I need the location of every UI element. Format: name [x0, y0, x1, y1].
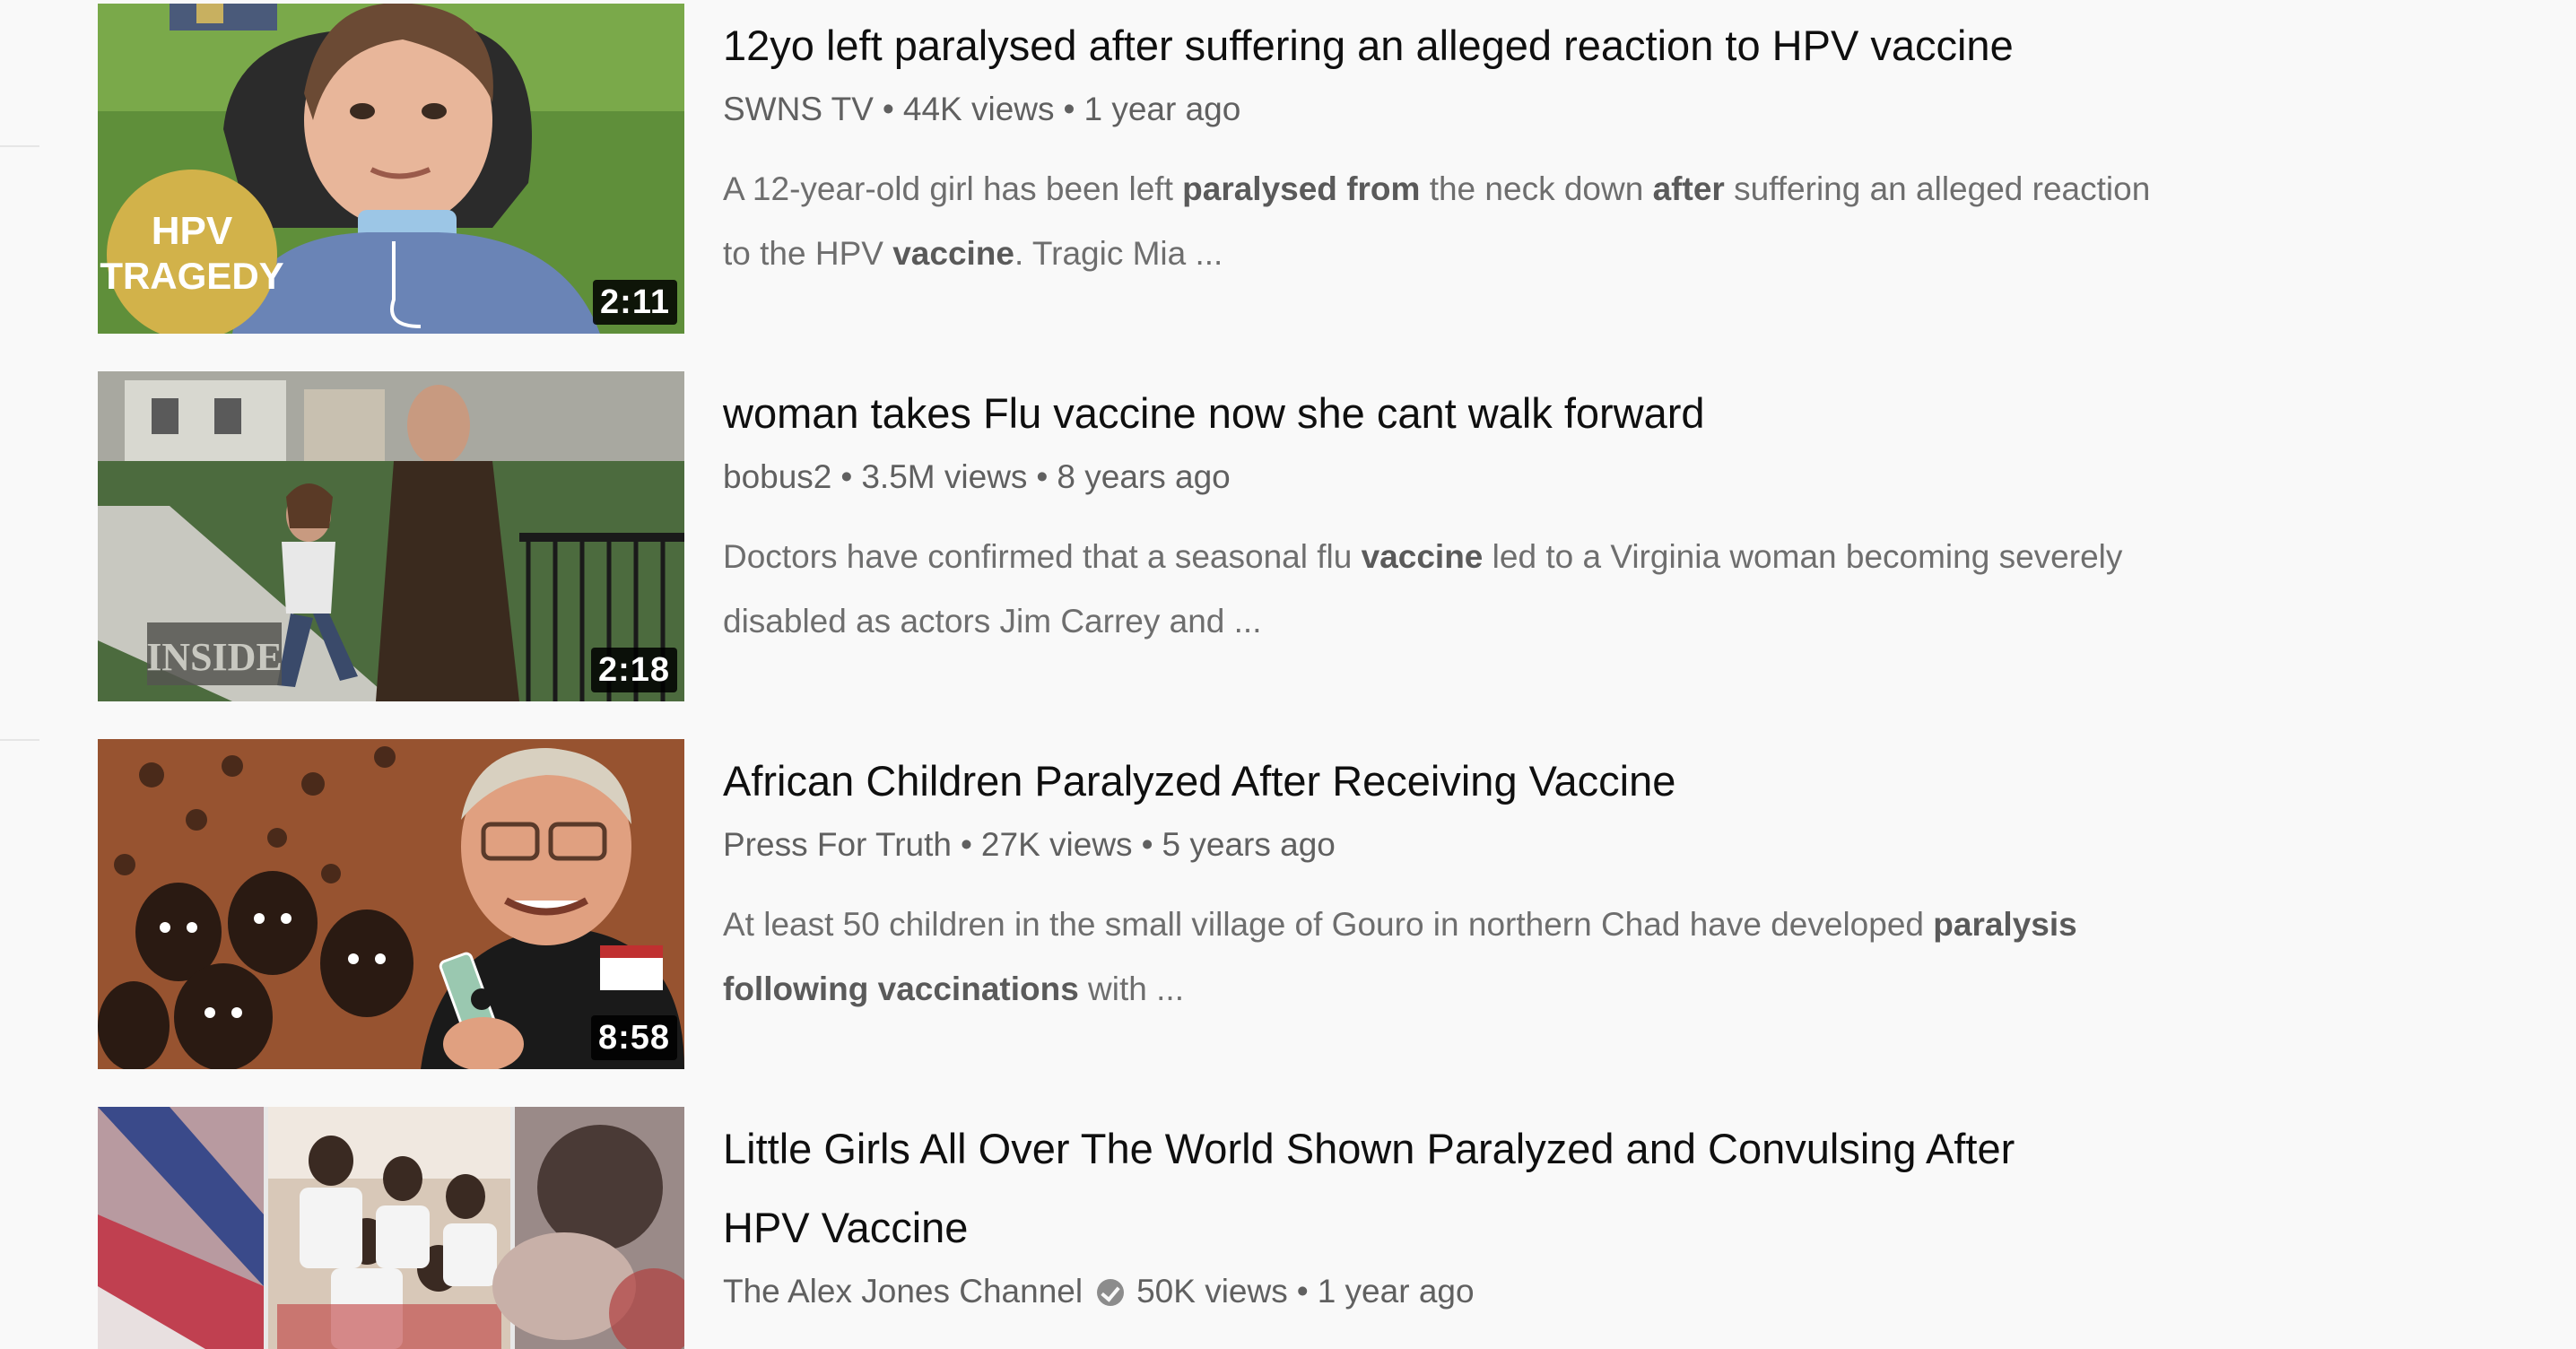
video-duration: 8:58 — [590, 1015, 677, 1060]
upload-age: 5 years ago — [1162, 826, 1336, 863]
video-result-1[interactable]: HPV TRAGEDY 2:11 12yo left paralysed aft… — [98, 4, 2519, 334]
description-text: A 12-year-old girl has been left — [723, 170, 1183, 207]
video-thumbnail[interactable]: HPV TRAGEDY 2:11 — [98, 4, 684, 334]
description-text: to the HPV — [723, 235, 893, 272]
video-description: At least 50 children in the small villag… — [723, 892, 2248, 1022]
video-meta: SWNS TV • 44K views • 1 year ago — [723, 87, 2248, 132]
verified-check-icon — [1097, 1279, 1125, 1306]
channel-name[interactable]: SWNS TV — [723, 91, 874, 127]
description-text: At least 50 children in the small villag… — [723, 906, 1934, 943]
view-count: 50K views — [1136, 1273, 1288, 1310]
description-text: the neck down — [1420, 170, 1653, 207]
thumbnail-image-girls-collage — [98, 1107, 684, 1349]
description-text: with ... — [1078, 970, 1184, 1007]
view-count: 3.5M views — [861, 458, 1028, 495]
description-highlight: vaccine — [1361, 538, 1484, 575]
description-line: following vaccinations with ... — [723, 957, 2248, 1022]
description-text: suffering an alleged reaction — [1724, 170, 2151, 207]
description-line: to the HPV vaccine. Tragic Mia ... — [723, 222, 2248, 286]
meta-separator: • — [1036, 458, 1049, 495]
description-highlight: vaccine — [892, 235, 1014, 272]
description-line: disabled as actors Jim Carrey and ... — [723, 589, 2248, 654]
video-thumbnail[interactable] — [98, 1107, 684, 1349]
video-title[interactable]: Little Girls All Over The World Shown Pa… — [723, 1110, 2248, 1267]
description-line: Doctors have confirmed that a seasonal f… — [723, 525, 2248, 589]
video-description: Doctors have confirmed that a seasonal f… — [723, 525, 2248, 654]
sidebar-divider — [0, 739, 39, 741]
description-line: A 12-year-old girl has been left paralys… — [723, 157, 2248, 222]
channel-name[interactable]: Press For Truth — [723, 826, 952, 863]
description-highlight: paralysis — [1933, 906, 2077, 943]
video-thumbnail[interactable]: 8:58 — [98, 739, 684, 1069]
search-results-page: HPV TRAGEDY 2:11 12yo left paralysed aft… — [0, 0, 2576, 1349]
upload-age: 1 year ago — [1317, 1273, 1475, 1310]
video-title[interactable]: 12yo left paralysed after suffering an a… — [723, 6, 2248, 85]
meta-separator: • — [1296, 1273, 1309, 1310]
channel-name[interactable]: bobus2 — [723, 458, 831, 495]
video-info: Little Girls All Over The World Shown Pa… — [723, 1107, 2248, 1314]
upload-age: 1 year ago — [1083, 91, 1241, 127]
video-meta: bobus2 • 3.5M views • 8 years ago — [723, 455, 2248, 500]
description-line: At least 50 children in the small villag… — [723, 892, 2248, 957]
thumbnail-badge-text: TRAGEDY — [100, 255, 283, 297]
description-text: Doctors have confirmed that a seasonal f… — [723, 538, 1362, 575]
video-title[interactable]: African Children Paralyzed After Receivi… — [723, 742, 2248, 821]
video-duration: 2:18 — [590, 648, 677, 692]
video-result-3[interactable]: 8:58 African Children Paralyzed After Re… — [98, 739, 2519, 1069]
video-meta: The Alex Jones Channel 50K views • 1 year a… — [723, 1269, 2248, 1314]
video-result-4[interactable]: Little Girls All Over The World Shown Pa… — [98, 1107, 2519, 1349]
view-count: 44K views — [902, 91, 1055, 127]
thumbnail-logo-text: INSIDE — [146, 635, 283, 679]
meta-separator: • — [960, 826, 972, 863]
description-highlight: following vaccinations — [723, 970, 1079, 1007]
description-text: led to a Virginia woman becoming severel… — [1483, 538, 2123, 575]
description-text: . Tragic Mia ... — [1014, 235, 1223, 272]
thumbnail-badge-text: HPV — [152, 209, 233, 253]
video-meta: Press For Truth • 27K views • 5 years ago — [723, 822, 2248, 867]
meta-separator: • — [1141, 826, 1153, 863]
video-thumbnail[interactable]: INSIDE 2:18 — [98, 371, 684, 701]
video-info: African Children Paralyzed After Receivi… — [723, 739, 2248, 1022]
video-description: A 12-year-old girl has been left paralys… — [723, 157, 2248, 286]
meta-separator: • — [1063, 91, 1075, 127]
sidebar-divider — [0, 145, 39, 147]
video-info: woman takes Flu vaccine now she cant wal… — [723, 371, 2248, 654]
description-text: disabled as actors Jim Carrey and ... — [723, 603, 1262, 640]
meta-separator: • — [840, 458, 853, 495]
channel-name[interactable]: The Alex Jones Channel — [723, 1273, 1083, 1310]
video-title[interactable]: woman takes Flu vaccine now she cant wal… — [723, 374, 2248, 453]
video-info: 12yo left paralysed after suffering an a… — [723, 4, 2248, 286]
description-highlight: after — [1652, 170, 1725, 207]
video-duration: 2:11 — [593, 280, 677, 325]
view-count: 27K views — [980, 826, 1133, 863]
video-title-line: Little Girls All Over The World Shown Pa… — [723, 1125, 2015, 1172]
description-highlight: paralysed from — [1182, 170, 1421, 207]
upload-age: 8 years ago — [1057, 458, 1231, 495]
video-title-line: HPV Vaccine — [723, 1204, 969, 1251]
video-result-2[interactable]: INSIDE 2:18 woman takes Flu vaccine now … — [98, 371, 2519, 701]
meta-separator: • — [882, 91, 894, 127]
